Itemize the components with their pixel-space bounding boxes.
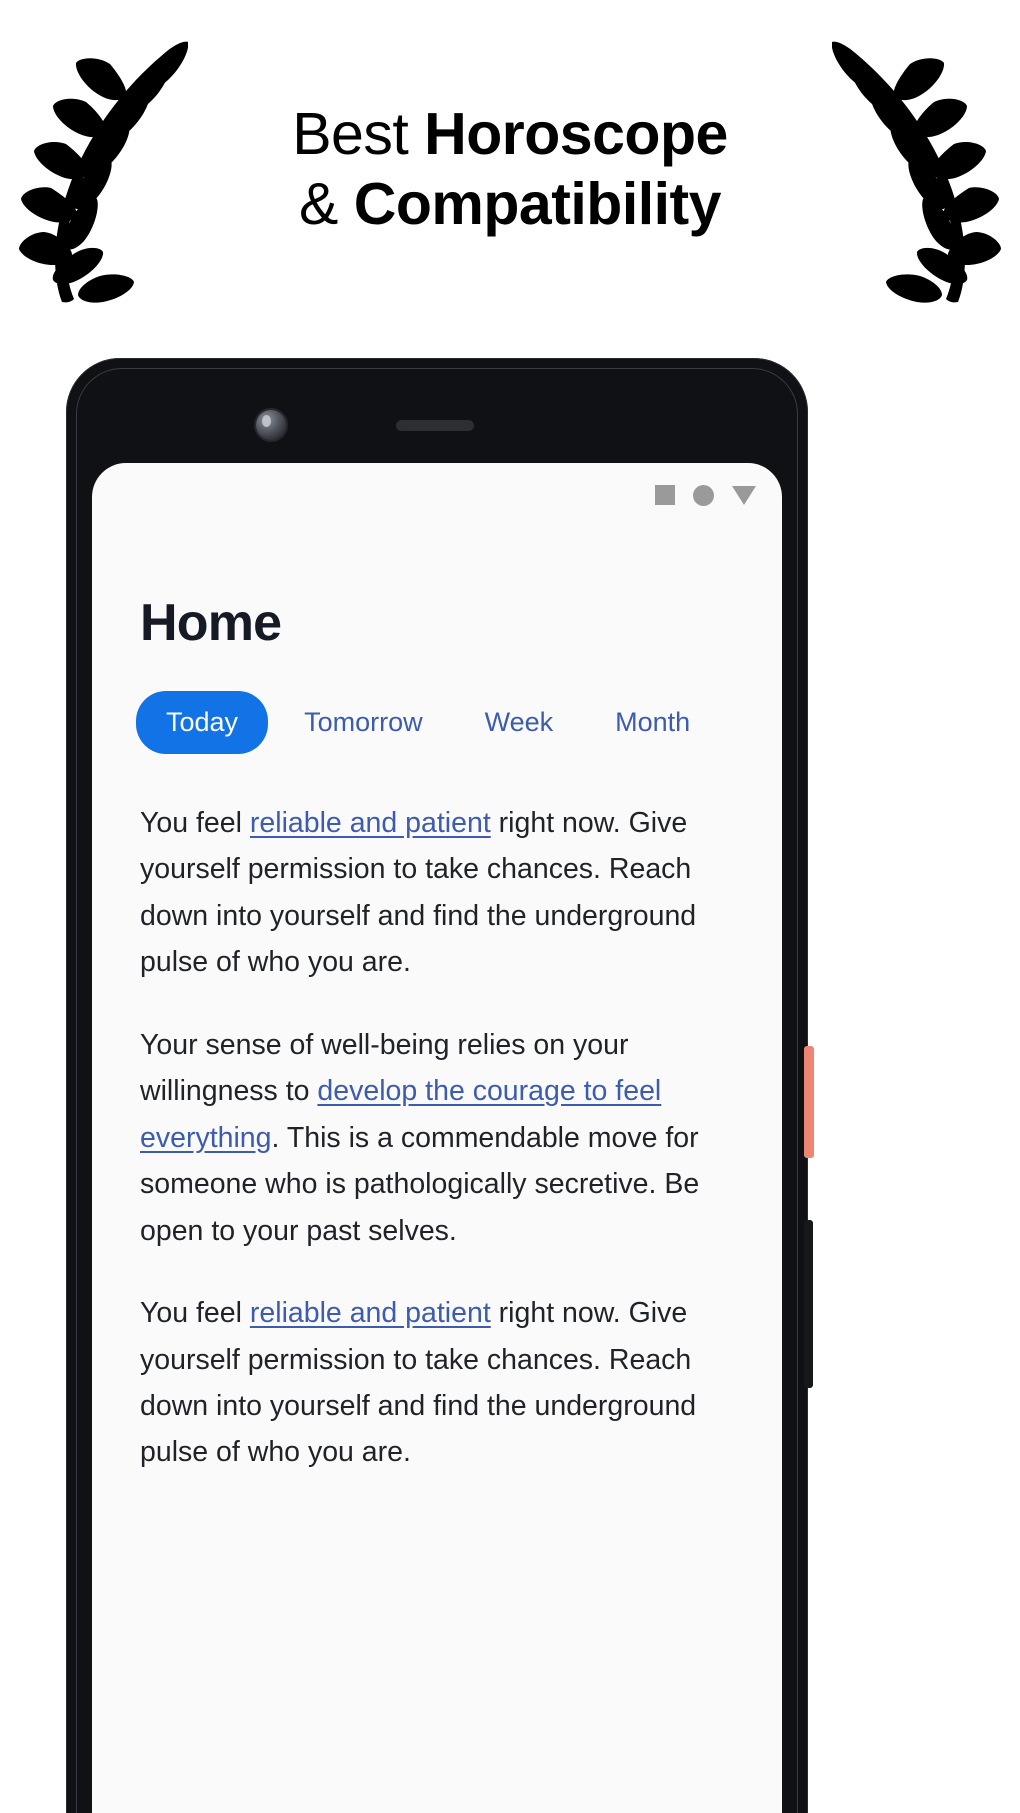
award-line-2-plain: & bbox=[299, 171, 354, 237]
horoscope-paragraph: You feel reliable and patient right now.… bbox=[140, 1290, 738, 1476]
phone-screen: Home Today Tomorrow Week Month You feel … bbox=[92, 463, 782, 1813]
tab-tomorrow[interactable]: Tomorrow bbox=[278, 691, 449, 754]
tab-bar: Today Tomorrow Week Month bbox=[92, 653, 782, 754]
phone-body: Home Today Tomorrow Week Month You feel … bbox=[66, 358, 814, 1813]
circle-icon bbox=[693, 484, 714, 506]
horoscope-text: You feel bbox=[140, 1297, 250, 1330]
horoscope-link[interactable]: reliable and patient bbox=[250, 807, 491, 839]
award-text: Best Horoscope & Compatibility bbox=[292, 100, 728, 239]
tab-week[interactable]: Week bbox=[459, 691, 580, 754]
front-camera-icon bbox=[256, 410, 286, 440]
award-banner: Best Horoscope & Compatibility bbox=[0, 0, 1020, 340]
triangle-down-icon bbox=[732, 485, 756, 505]
tab-today[interactable]: Today bbox=[136, 691, 269, 754]
phone-mockup: Home Today Tomorrow Week Month You feel … bbox=[0, 340, 1020, 1813]
status-bar bbox=[92, 463, 782, 527]
laurel-wreath-right-icon bbox=[832, 41, 1001, 303]
horoscope-paragraph: You feel reliable and patient right now.… bbox=[140, 800, 738, 986]
award-line-1-bold: Horoscope bbox=[424, 101, 728, 168]
award-line-2-bold: Compatibility bbox=[353, 171, 722, 237]
tab-month[interactable]: Month bbox=[589, 691, 716, 754]
award-line-1: Best Horoscope bbox=[292, 100, 728, 170]
page-title: Home bbox=[140, 594, 282, 652]
laurel-wreath-left-icon bbox=[19, 41, 188, 303]
power-button[interactable] bbox=[804, 1046, 814, 1158]
horoscope-link[interactable]: reliable and patient bbox=[250, 1297, 491, 1329]
earpiece-speaker-icon bbox=[396, 420, 474, 431]
horoscope-body: You feel reliable and patient right now.… bbox=[92, 754, 782, 1476]
award-line-2: & Compatibility bbox=[292, 170, 728, 240]
square-icon bbox=[655, 485, 675, 505]
volume-rocker-button[interactable] bbox=[804, 1220, 813, 1388]
horoscope-paragraph: Your sense of well-being relies on your … bbox=[140, 1022, 738, 1254]
award-line-1-plain: Best bbox=[292, 101, 425, 168]
horoscope-text: You feel bbox=[140, 807, 250, 839]
